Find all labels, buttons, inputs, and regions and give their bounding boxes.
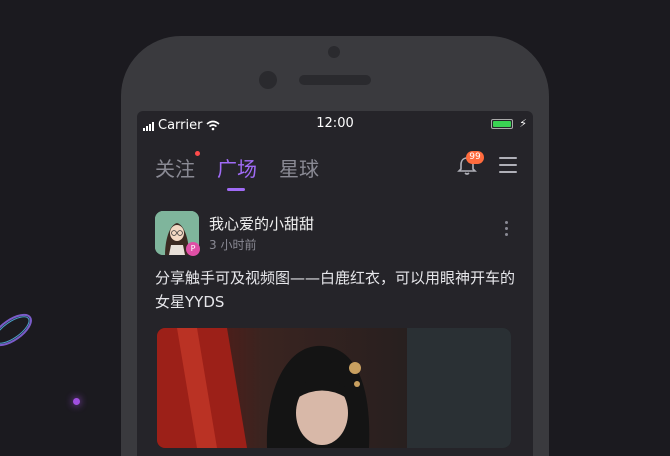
post-image[interactable] — [157, 328, 511, 448]
active-tab-indicator — [227, 188, 245, 191]
avatar-badge: P — [186, 242, 200, 256]
tab-planet[interactable]: 星球 — [279, 153, 319, 182]
battery-icon — [491, 119, 513, 129]
status-time: 12:00 — [316, 116, 354, 131]
post-time: 3 小时前 — [209, 238, 257, 252]
app-screen: Carrier 12:00 ⚡ 关注 广场 星球 99 P 我心爱的小甜甜 3 … — [137, 111, 533, 456]
tab-planet-label: 星球 — [279, 157, 319, 181]
notification-badge: 99 — [466, 151, 484, 164]
phone-sensor — [259, 71, 277, 89]
phone-frame: Carrier 12:00 ⚡ 关注 广场 星球 99 P 我心爱的小甜甜 3 … — [121, 36, 549, 456]
tab-following-label: 关注 — [155, 157, 195, 181]
lightning-icon: ⚡ — [519, 117, 527, 130]
more-options-icon[interactable] — [505, 221, 509, 239]
tab-square-label: 广场 — [217, 157, 257, 181]
feed-tabs: 关注 广场 星球 — [155, 151, 319, 191]
phone-front-camera — [328, 46, 340, 58]
phone-speaker — [299, 75, 371, 85]
unread-dot — [195, 151, 200, 156]
status-bar: Carrier 12:00 ⚡ — [137, 111, 533, 137]
post-text: 分享触手可及视频图——白鹿红衣，可以用眼神开车的女星YYDS — [155, 269, 516, 311]
background-sparkle — [73, 398, 80, 405]
hamburger-menu-icon[interactable] — [499, 157, 517, 173]
post-photo-illustration — [157, 328, 511, 448]
tab-square[interactable]: 广场 — [217, 153, 257, 191]
tab-following[interactable]: 关注 — [155, 151, 200, 182]
planet-decoration — [0, 313, 32, 347]
post-username[interactable]: 我心爱的小甜甜 — [209, 213, 314, 234]
